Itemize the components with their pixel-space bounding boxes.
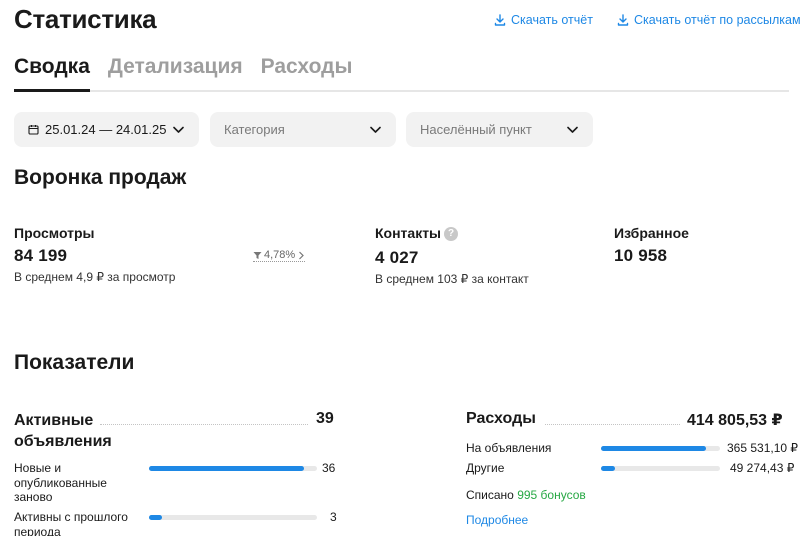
tab-details[interactable]: Детализация: [108, 52, 243, 92]
city-select[interactable]: Населённый пункт: [406, 112, 593, 147]
category-select[interactable]: Категория: [210, 112, 396, 147]
funnel-heading: Воронка продаж: [14, 166, 187, 189]
help-icon[interactable]: ?: [444, 227, 459, 242]
views-sub: В среднем 4,9 ₽ за просмотр: [14, 270, 176, 284]
conversion-link[interactable]: 4,78%: [253, 249, 306, 262]
page-title: Статистика: [14, 4, 157, 34]
expenses-value: 414 805,53 ₽: [687, 412, 783, 429]
old-ads-bar-fill: [149, 515, 162, 520]
download-icon: [617, 14, 629, 26]
city-placeholder: Населённый пункт: [420, 122, 532, 137]
favorites-label: Избранное: [614, 225, 689, 241]
download-report-link[interactable]: Скачать отчёт: [494, 13, 593, 27]
new-ads-value: 36: [322, 461, 336, 475]
ads-expense-value: 365 531,10 ₽: [727, 441, 799, 455]
new-ads-bar: [149, 466, 317, 471]
category-placeholder: Категория: [224, 122, 285, 137]
tab-expenses[interactable]: Расходы: [261, 52, 353, 92]
date-range-value: 25.01.24 — 24.01.25: [45, 122, 167, 137]
dotted-leader: [545, 424, 680, 425]
new-ads-bar-fill: [149, 466, 304, 471]
calendar-icon: [28, 125, 39, 135]
views-label: Просмотры: [14, 225, 95, 241]
favorites-value: 10 958: [614, 246, 668, 265]
chevron-right-icon: [299, 251, 305, 259]
active-ads-label: Активные объявления: [14, 412, 112, 450]
tab-bar: Сводка Детализация Расходы: [14, 52, 789, 92]
other-expense-value: 49 274,43 ₽: [730, 461, 795, 475]
contacts-sub: В среднем 103 ₽ за контакт: [375, 272, 529, 286]
contacts-value: 4 027: [375, 248, 419, 267]
ads-expense-label: На объявления: [466, 441, 552, 455]
conversion-value: 4,78%: [264, 249, 296, 261]
old-ads-bar: [149, 515, 317, 520]
chevron-down-icon: [567, 126, 578, 133]
tab-summary[interactable]: Сводка: [14, 52, 90, 92]
download-icon: [494, 14, 506, 26]
download-mailing-report-link[interactable]: Скачать отчёт по рассылкам: [617, 13, 801, 27]
contacts-label: Контакты?: [375, 225, 459, 242]
download-mailing-report-label: Скачать отчёт по рассылкам: [634, 13, 801, 27]
download-report-label: Скачать отчёт: [511, 13, 593, 27]
views-value: 84 199: [14, 246, 68, 265]
other-expense-bar-fill: [601, 466, 616, 471]
other-expense-bar: [601, 466, 720, 471]
bonus-amount: 995 бонусов: [517, 488, 586, 502]
written-off-prefix: Списано: [466, 488, 514, 502]
chevron-down-icon: [370, 126, 381, 133]
old-ads-label: Активны с прошлого периода: [14, 510, 128, 536]
other-expense-label: Другие: [466, 461, 505, 475]
ads-expense-bar: [601, 446, 720, 451]
chevron-down-icon: [173, 126, 184, 133]
written-off-bonuses: Списано 995 бонусов: [466, 488, 586, 502]
contacts-label-text: Контакты: [375, 225, 442, 241]
indicators-heading: Показатели: [14, 351, 135, 374]
dotted-leader: [100, 424, 308, 425]
more-details-link[interactable]: Подробнее: [466, 513, 528, 527]
old-ads-value: 3: [330, 510, 337, 524]
date-range-select[interactable]: 25.01.24 — 24.01.25: [14, 112, 199, 147]
funnel-icon: [253, 251, 262, 259]
active-ads-value: 39: [316, 410, 334, 427]
expenses-label: Расходы: [466, 410, 536, 427]
ads-expense-bar-fill: [601, 446, 706, 451]
new-ads-label: Новые и опубликованные заново: [14, 461, 107, 504]
